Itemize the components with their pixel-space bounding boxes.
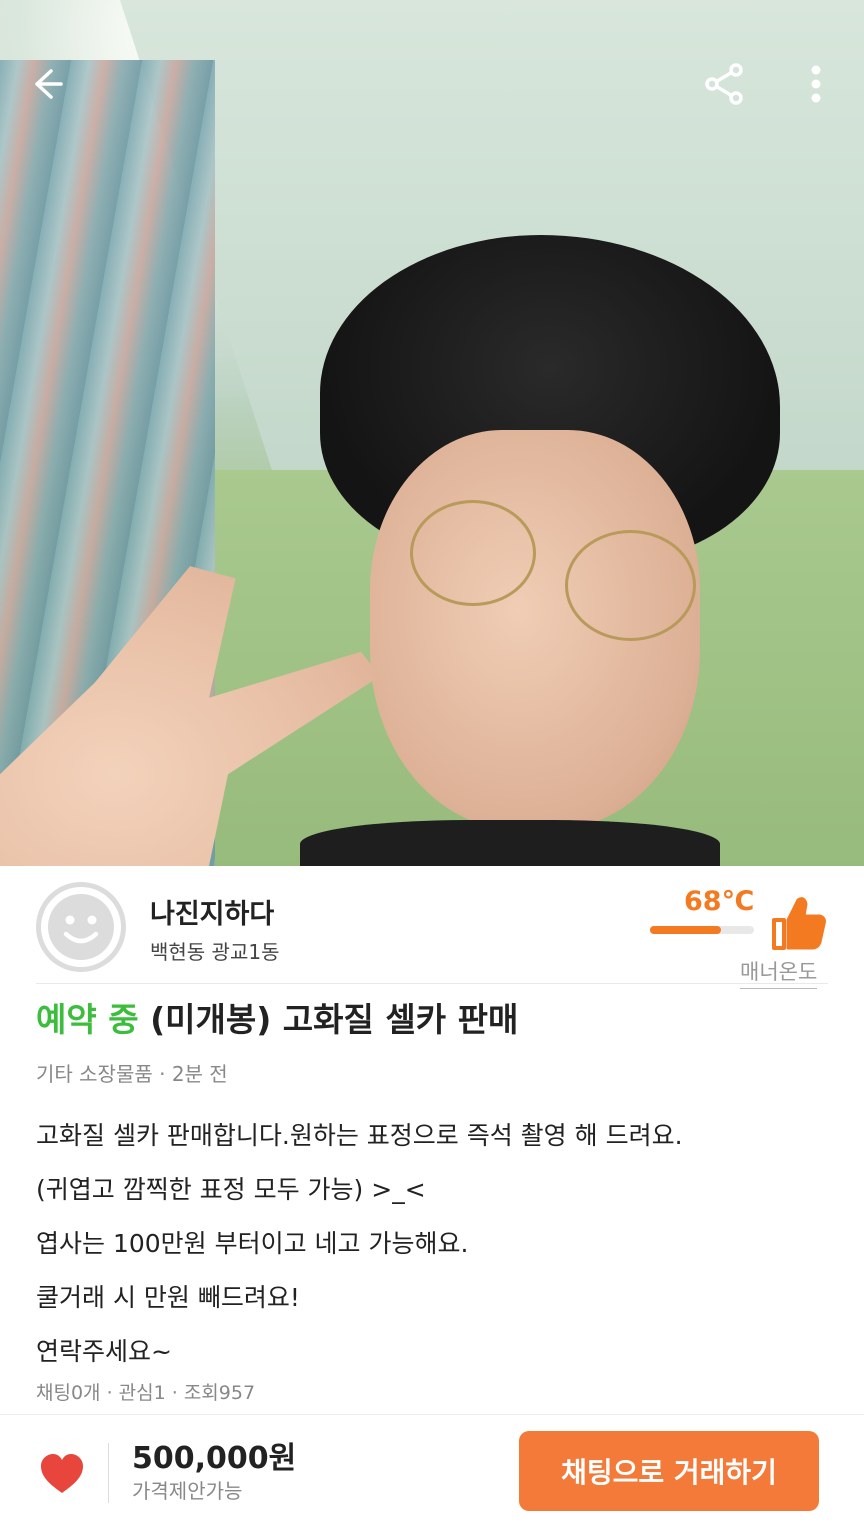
share-icon: [705, 63, 743, 105]
photo-glasses-left: [410, 500, 536, 606]
divider: [36, 983, 828, 984]
post-meta[interactable]: 기타 소장물품 · 2분 전: [36, 1058, 228, 1087]
top-app-bar: [0, 60, 864, 110]
description-line: (귀엽고 깜찍한 표정 모두 가능) >_<: [36, 1175, 426, 1204]
manner-temp-value: 68℃: [684, 886, 755, 917]
manner-temperature[interactable]: 68℃ 매너온도: [648, 886, 838, 989]
description-line: 엽사는 100만원 부터이고 네고 가능해요.: [36, 1229, 469, 1258]
more-vertical-icon: [811, 65, 821, 103]
chat-trade-button[interactable]: 채팅으로 거래하기: [519, 1431, 819, 1511]
like-button[interactable]: [38, 1451, 86, 1499]
avatar-smiley-icon: [41, 887, 121, 967]
share-button[interactable]: [700, 60, 748, 108]
manner-temp-fill: [650, 926, 721, 934]
avatar[interactable]: [36, 882, 126, 972]
seller-profile[interactable]: 나진지하다 백현동 광교1동 68℃ 매너온도: [0, 868, 864, 989]
product-photo[interactable]: [0, 0, 864, 866]
vertical-separator: [108, 1443, 109, 1503]
back-button[interactable]: [22, 60, 70, 108]
description-line: 고화질 셀카 판매합니다.원하는 표정으로 즉석 촬영 해 드려요.: [36, 1121, 683, 1150]
heart-icon: [41, 1454, 83, 1493]
price-offer-note: 가격제안가능: [132, 1479, 243, 1503]
manner-temp-bar: [650, 926, 754, 934]
back-arrow-icon: [35, 69, 63, 99]
seller-location: 백현동 광교1동: [150, 940, 280, 964]
post-description: 고화질 셀카 판매합니다.원하는 표정으로 즉석 촬영 해 드려요. (귀엽고 …: [36, 1116, 836, 1386]
post-stats: 채팅0개 · 관심1 · 조회957: [36, 1382, 256, 1404]
seller-name: 나진지하다: [150, 899, 275, 930]
photo-glasses-right: [565, 530, 696, 641]
manner-label: 매너온도: [740, 956, 818, 989]
status-badge: 예약 중: [36, 1000, 139, 1039]
post-title: 예약 중 (미개봉) 고화질 셀카 판매: [36, 993, 518, 1041]
bottom-bar: 500,000원 가격제안가능 채팅으로 거래하기: [0, 1414, 864, 1537]
more-menu-button[interactable]: [792, 60, 840, 108]
description-line: 쿨거래 시 만원 빼드려요!: [36, 1283, 300, 1312]
photo-shirt: [300, 820, 720, 866]
thumbs-up-icon: [772, 897, 826, 950]
price: 500,000원: [132, 1441, 297, 1476]
post-title-text: (미개봉) 고화질 셀카 판매: [150, 1000, 519, 1039]
